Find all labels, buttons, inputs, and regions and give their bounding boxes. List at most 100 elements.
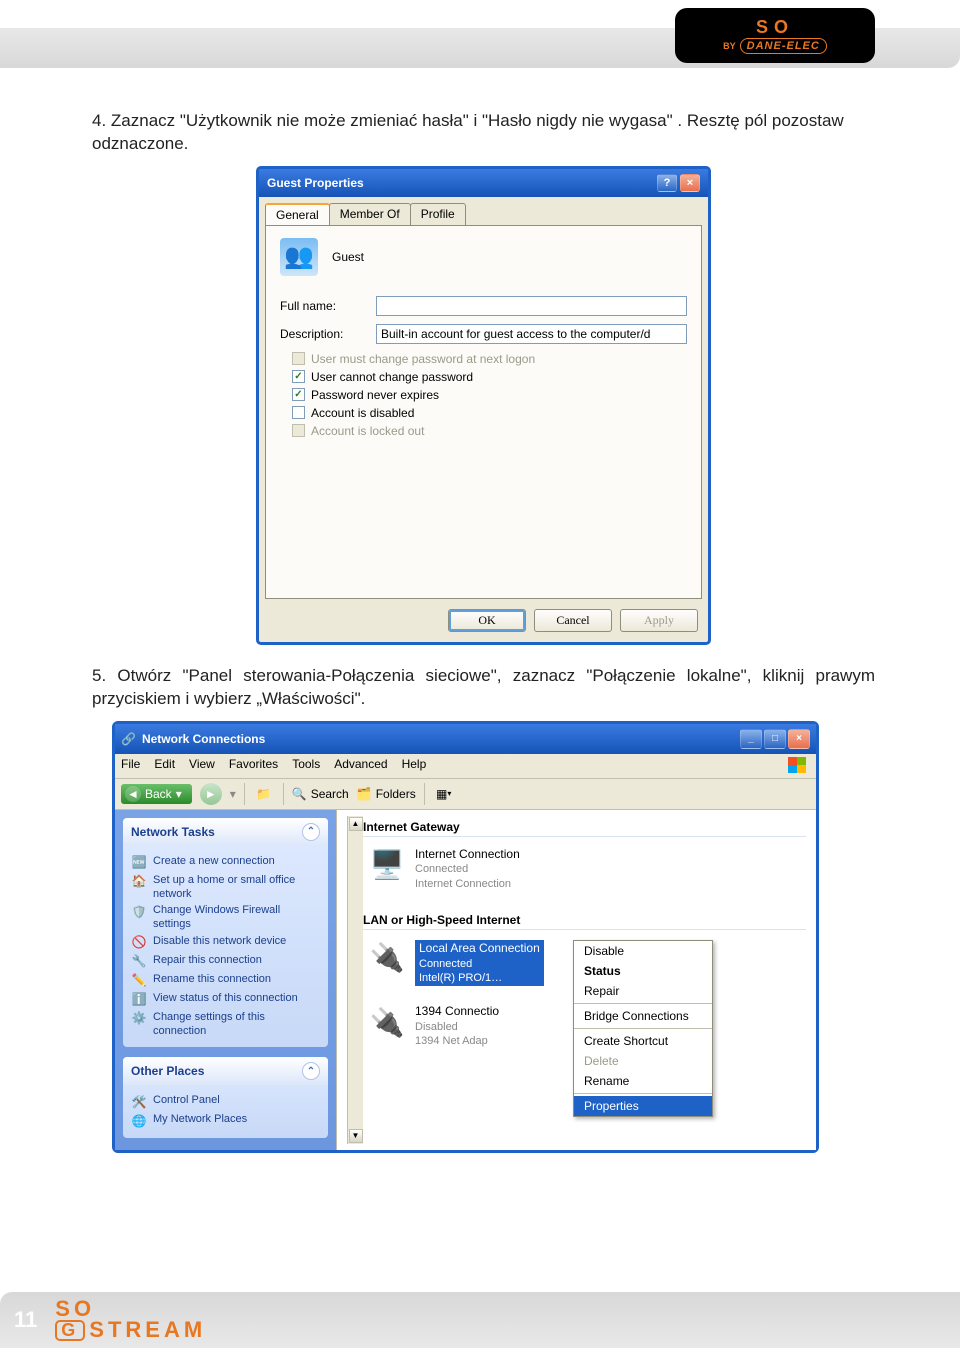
task-setup-home-network[interactable]: 🏠Set up a home or small office network [131, 874, 320, 902]
menu-tools[interactable]: Tools [292, 757, 320, 775]
views-button[interactable]: ▦▾ [433, 783, 455, 805]
instruction-step-5: 5. Otwórz "Panel sterowania-Połączenia s… [92, 665, 875, 711]
ok-button[interactable]: OK [448, 609, 526, 632]
menu-properties[interactable]: Properties [574, 1096, 712, 1116]
menu-bridge[interactable]: Bridge Connections [574, 1006, 712, 1026]
checkbox-cannot-change-password[interactable]: ✓ User cannot change password [292, 370, 687, 384]
task-create-new-connection[interactable]: 🆕Create a new connection [131, 855, 320, 871]
menu-advanced[interactable]: Advanced [334, 757, 387, 775]
page-number: 11 [14, 1307, 37, 1333]
scroll-down-icon[interactable]: ▼ [349, 1129, 363, 1143]
logo-brand: DANE-ELEC [740, 38, 827, 54]
tab-general[interactable]: General [265, 203, 330, 225]
up-button[interactable]: 📁 [253, 783, 275, 805]
menu-edit[interactable]: Edit [154, 757, 175, 775]
connection-name: Internet Connection [415, 847, 520, 863]
task-icon: ⚙️ [131, 1011, 147, 1027]
menu-disable[interactable]: Disable [574, 941, 712, 961]
connection-type: 1394 Net Adap [415, 1034, 499, 1048]
back-button[interactable]: ◄ Back ▾ [121, 784, 192, 804]
menu-status[interactable]: Status [574, 961, 712, 981]
chevron-up-icon: ⌃ [302, 1062, 320, 1080]
task-label: Create a new connection [153, 855, 275, 869]
menu-file[interactable]: File [121, 757, 140, 775]
checkbox-label: User must change password at next logon [311, 352, 535, 366]
cancel-button[interactable]: Cancel [534, 609, 612, 632]
chevron-up-icon: ⌃ [302, 823, 320, 841]
menu-create-shortcut[interactable]: Create Shortcut [574, 1031, 712, 1051]
panel-title: Network Tasks [131, 825, 215, 839]
connection-name: Local Area Connection [419, 941, 540, 957]
checkbox-icon [292, 352, 305, 365]
network-icon: 🔗 [121, 732, 136, 746]
help-button[interactable]: ? [657, 174, 677, 192]
maximize-button[interactable]: □ [764, 729, 786, 749]
minimize-button[interactable]: _ [740, 729, 762, 749]
back-label: Back [145, 787, 172, 801]
checkbox-icon [292, 424, 305, 437]
header-logo: SO BY DANE-ELEC [675, 8, 875, 63]
checkbox-icon: ✓ [292, 388, 305, 401]
network-icon: 🌐 [131, 1113, 147, 1129]
window-titlebar[interactable]: 🔗 Network Connections _ □ × [115, 724, 816, 754]
connection-type: Internet Connection [415, 877, 520, 891]
menu-view[interactable]: View [189, 757, 215, 775]
full-name-label: Full name: [280, 299, 376, 313]
network-tasks-panel: Network Tasks ⌃ 🆕Create a new connection… [123, 818, 328, 1048]
windows-flag-icon [788, 757, 810, 775]
dialog-title: Guest Properties [267, 176, 364, 190]
task-disable-device[interactable]: 🚫Disable this network device [131, 935, 320, 951]
link-control-panel[interactable]: 🛠️Control Panel [131, 1094, 320, 1110]
logo-stream: STREAM [89, 1320, 206, 1341]
menu-favorites[interactable]: Favorites [229, 757, 278, 775]
logo-so: SO [756, 17, 794, 38]
checkbox-label: Account is disabled [311, 406, 414, 420]
dialog-titlebar[interactable]: Guest Properties ? × [259, 169, 708, 197]
task-icon: ✏️ [131, 973, 147, 989]
section-internet-gateway: Internet Gateway [363, 816, 806, 837]
connection-status: Connected [415, 862, 520, 876]
tab-member-of[interactable]: Member Of [329, 203, 411, 225]
menu-repair[interactable]: Repair [574, 981, 712, 1001]
close-button[interactable]: × [680, 174, 700, 192]
task-change-firewall[interactable]: 🛡️Change Windows Firewall settings [131, 904, 320, 932]
checkbox-label: Password never expires [311, 388, 439, 402]
menu-rename[interactable]: Rename [574, 1071, 712, 1091]
tab-profile[interactable]: Profile [410, 203, 466, 225]
dropdown-icon[interactable]: ▾ [230, 787, 236, 801]
link-label: My Network Places [153, 1113, 247, 1127]
search-icon: 🔍 [292, 787, 307, 801]
panel-header[interactable]: Other Places ⌃ [123, 1057, 328, 1085]
scrollbar[interactable]: ▲ ▼ [347, 816, 363, 1144]
connection-internet[interactable]: 🖥️ Internet Connection Connected Interne… [369, 847, 806, 891]
instruction-step-4: 4. Zaznacz "Użytkownik nie może zmieniać… [92, 110, 875, 156]
connection-status: Disabled [415, 1020, 499, 1034]
search-button[interactable]: 🔍 Search [292, 787, 349, 801]
task-label: Repair this connection [153, 954, 262, 968]
menu-help[interactable]: Help [402, 757, 427, 775]
guest-properties-dialog: Guest Properties ? × General Member Of P… [256, 166, 711, 645]
checkbox-label: User cannot change password [311, 370, 473, 384]
task-icon: 🚫 [131, 935, 147, 951]
checkbox-account-disabled[interactable]: Account is disabled [292, 406, 687, 420]
task-rename-connection[interactable]: ✏️Rename this connection [131, 973, 320, 989]
task-label: Change settings of this connection [153, 1011, 320, 1039]
task-repair-connection[interactable]: 🔧Repair this connection [131, 954, 320, 970]
checkbox-icon [292, 406, 305, 419]
task-view-status[interactable]: ℹ️View status of this connection [131, 992, 320, 1008]
description-input[interactable] [376, 324, 687, 344]
link-label: Control Panel [153, 1094, 220, 1108]
task-change-settings[interactable]: ⚙️ Change settings of this connection [131, 1011, 320, 1039]
panel-header[interactable]: Network Tasks ⌃ [123, 818, 328, 846]
close-button[interactable]: × [788, 729, 810, 749]
scroll-up-icon[interactable]: ▲ [349, 817, 363, 831]
checkbox-password-never-expires[interactable]: ✓ Password never expires [292, 388, 687, 402]
full-name-input[interactable] [376, 296, 687, 316]
search-label: Search [311, 787, 349, 801]
footer-logo: SO G STREAM [55, 1299, 206, 1341]
connection-icon: 🔌 [369, 940, 405, 976]
forward-button[interactable]: ► [200, 783, 222, 805]
folders-button[interactable]: 🗂️ Folders [357, 787, 416, 801]
section-lan: LAN or High-Speed Internet [363, 909, 806, 930]
link-my-network-places[interactable]: 🌐 My Network Places [131, 1113, 320, 1129]
